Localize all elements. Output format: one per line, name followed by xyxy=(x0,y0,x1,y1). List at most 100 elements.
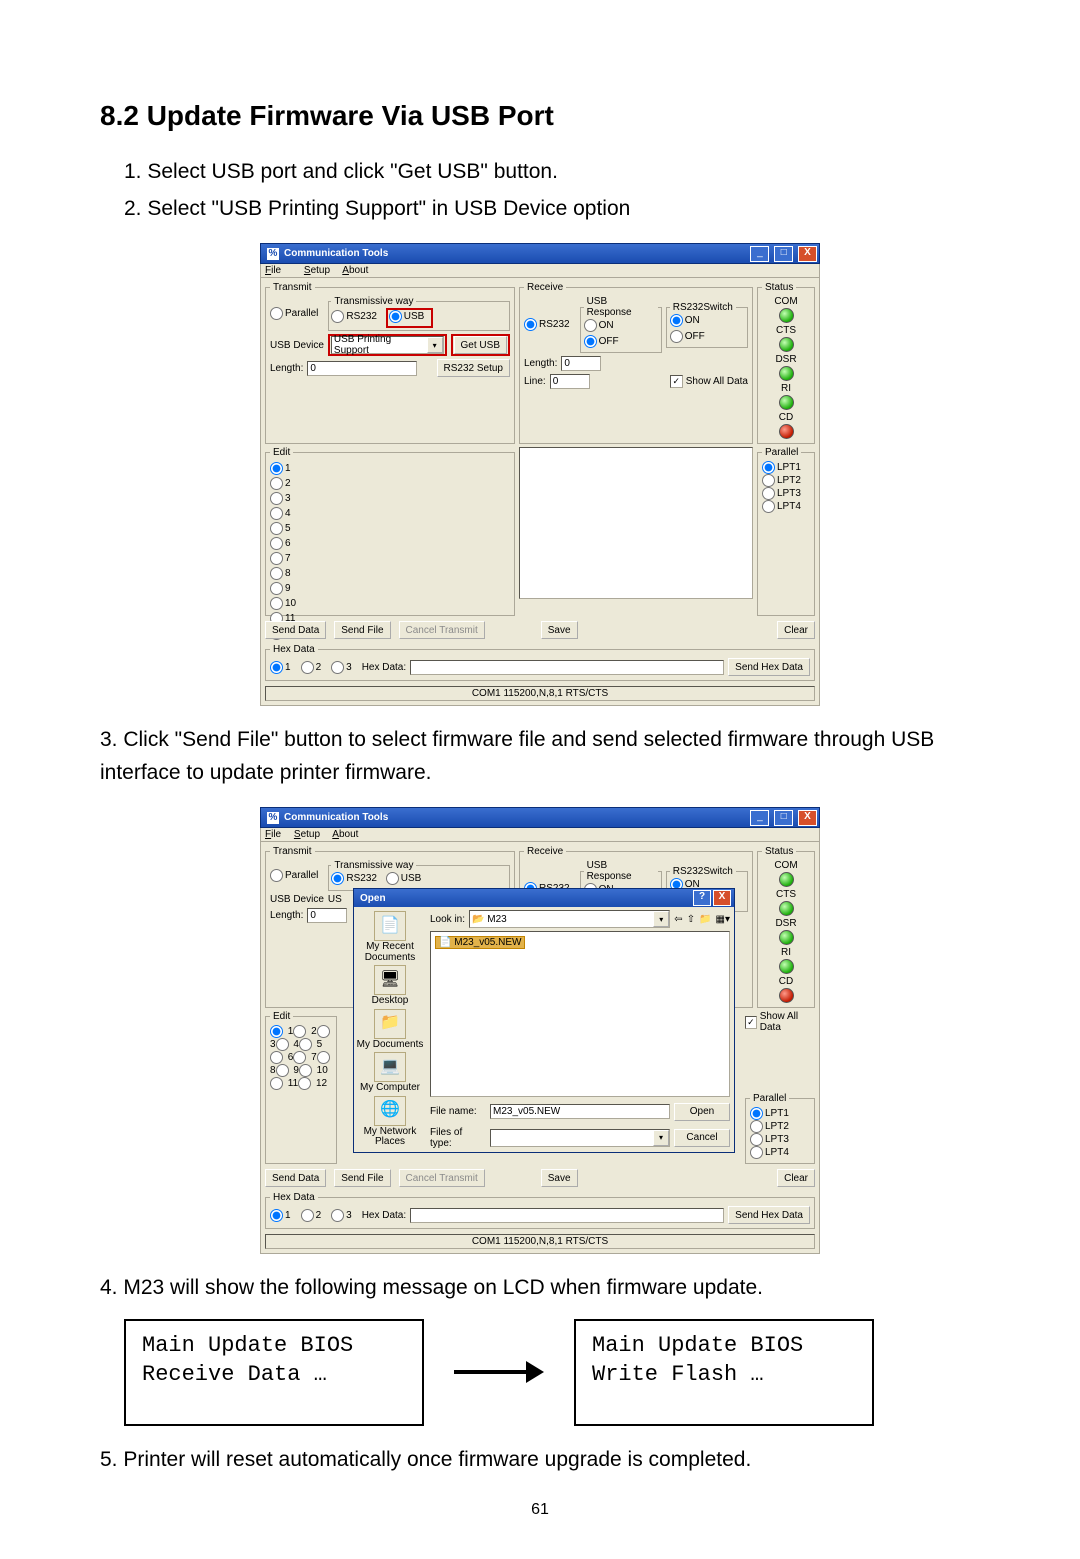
place-my-documents[interactable]: 📁My Documents xyxy=(356,1009,424,1051)
edit-radio-10[interactable]: 10 xyxy=(299,1065,328,1076)
hex-radio-3[interactable]: 3 xyxy=(331,661,352,674)
edit-radio-1[interactable]: 1 xyxy=(270,462,510,475)
hex-radio-2[interactable]: 2 xyxy=(301,661,322,674)
place-desktop[interactable]: 🖥Desktop xyxy=(356,965,424,1007)
place-my-network-places[interactable]: 🌐My Network Places xyxy=(356,1096,424,1148)
edit-radio-3[interactable]: 3 xyxy=(270,492,510,505)
filetype-label: Files of type: xyxy=(430,1127,486,1149)
view-menu-icon[interactable]: ▦▾ xyxy=(716,914,730,925)
send-data-button[interactable]: Send Data xyxy=(265,1169,326,1187)
edit-radio-5[interactable]: 5 xyxy=(270,522,510,535)
hex-radio-1[interactable]: 1 xyxy=(270,1209,291,1222)
maximize-button[interactable]: □ xyxy=(774,810,793,826)
radio-lpt3[interactable]: LPT3 xyxy=(762,487,804,500)
rs232-setup-button[interactable]: RS232 Setup xyxy=(437,359,511,377)
radio-lpt2[interactable]: LPT2 xyxy=(762,474,804,487)
maximize-button[interactable]: □ xyxy=(774,246,793,262)
clear-button[interactable]: Clear xyxy=(777,1169,815,1187)
save-button[interactable]: Save xyxy=(541,1169,578,1187)
lcd-message-1: Main Update BIOS Receive Data … xyxy=(124,1319,424,1426)
edit-radio-2[interactable]: 2 xyxy=(270,477,510,490)
file-list[interactable]: 📄 M23_v05.NEW xyxy=(430,931,730,1097)
nav-up-icon[interactable]: ⇧ xyxy=(687,914,695,925)
send-hex-button[interactable]: Send Hex Data xyxy=(728,1206,810,1224)
radio-parallel[interactable]: Parallel xyxy=(270,869,318,882)
edit-radio-9[interactable]: 9 xyxy=(276,1065,299,1076)
radio-rs232-tx[interactable]: RS232 xyxy=(331,310,377,323)
usb-device-combo[interactable]: USB Printing Support▾ xyxy=(331,336,444,354)
send-file-button[interactable]: Send File xyxy=(334,621,390,639)
radio-lpt4[interactable]: LPT4 xyxy=(750,1146,804,1159)
usb-resp-off[interactable]: OFF xyxy=(584,335,619,348)
chevron-down-icon[interactable]: ▾ xyxy=(427,337,443,353)
edit-radio-7[interactable]: 7 xyxy=(293,1052,316,1063)
dialog-cancel-button[interactable]: Cancel xyxy=(674,1129,730,1147)
clear-button[interactable]: Clear xyxy=(777,621,815,639)
close-button[interactable]: X xyxy=(798,246,817,262)
usb-resp-on[interactable]: ON xyxy=(584,319,614,332)
edit-radio-10[interactable]: 10 xyxy=(270,597,510,610)
rs232sw-off[interactable]: OFF xyxy=(670,330,705,343)
show-all-data-check[interactable]: ✓Show All Data xyxy=(670,375,748,388)
send-hex-button[interactable]: Send Hex Data xyxy=(728,658,810,676)
menu-file[interactable]: File xyxy=(265,265,291,276)
edit-radio-12[interactable]: 12 xyxy=(298,1078,327,1089)
menu-about[interactable]: About xyxy=(342,265,368,276)
radio-lpt4[interactable]: LPT4 xyxy=(762,500,804,513)
radio-lpt1[interactable]: LPT1 xyxy=(750,1107,804,1120)
edit-radio-8[interactable]: 8 xyxy=(270,567,510,580)
edit-radio-2[interactable]: 2 xyxy=(293,1026,316,1037)
radio-rs232-tx[interactable]: RS232 xyxy=(331,872,377,885)
save-button[interactable]: Save xyxy=(541,621,578,639)
place-my-recent-documents[interactable]: 📄My Recent Documents xyxy=(356,911,424,963)
hexdata-input[interactable] xyxy=(410,660,724,675)
length-tx-input[interactable] xyxy=(307,908,347,923)
edit-radio-4[interactable]: 4 xyxy=(270,507,510,520)
new-folder-icon[interactable]: 📁 xyxy=(699,914,711,925)
rs232sw-on[interactable]: ON xyxy=(670,314,700,327)
filename-input[interactable] xyxy=(490,1104,670,1119)
hex-radio-1[interactable]: 1 xyxy=(270,661,291,674)
receive-textarea[interactable] xyxy=(519,447,753,599)
hex-radio-3[interactable]: 3 xyxy=(331,1209,352,1222)
send-data-button[interactable]: Send Data xyxy=(265,621,326,639)
filetype-combo[interactable]: ▾ xyxy=(490,1129,670,1147)
edit-radio-6[interactable]: 6 xyxy=(270,1052,293,1063)
edit-radio-1[interactable]: 1 xyxy=(270,1026,293,1037)
show-all-data-check[interactable]: ✓Show All Data xyxy=(745,1011,815,1033)
edit-radio-4[interactable]: 4 xyxy=(276,1039,299,1050)
dialog-close-button[interactable]: X xyxy=(713,890,731,906)
menu-about[interactable]: About xyxy=(332,829,358,840)
radio-usb[interactable]: USB xyxy=(386,872,422,885)
radio-usb[interactable]: USB xyxy=(389,310,425,323)
edit-radio-11[interactable]: 11 xyxy=(270,1078,298,1089)
edit-radio-5[interactable]: 5 xyxy=(299,1039,322,1050)
close-button[interactable]: X xyxy=(798,810,817,826)
chevron-down-icon[interactable]: ▾ xyxy=(653,911,669,927)
edit-radio-7[interactable]: 7 xyxy=(270,552,510,565)
menu-setup[interactable]: Setup xyxy=(304,265,330,276)
menu-file[interactable]: File xyxy=(265,829,281,840)
radio-parallel[interactable]: Parallel xyxy=(270,307,318,320)
lookin-combo[interactable]: 📂 M23▾ xyxy=(469,910,670,928)
hexdata-input[interactable] xyxy=(410,1208,724,1223)
minimize-button[interactable]: _ xyxy=(750,810,769,826)
minimize-button[interactable]: _ xyxy=(750,246,769,262)
help-button[interactable]: ? xyxy=(693,890,711,906)
length-tx-input[interactable] xyxy=(307,361,417,376)
radio-lpt2[interactable]: LPT2 xyxy=(750,1120,804,1133)
nav-back-icon[interactable]: ⇦ xyxy=(674,914,682,925)
place-my-computer[interactable]: 💻My Computer xyxy=(356,1052,424,1094)
open-button[interactable]: Open xyxy=(674,1103,730,1121)
radio-lpt1[interactable]: LPT1 xyxy=(762,461,804,474)
edit-radio-6[interactable]: 6 xyxy=(270,537,510,550)
menu-setup[interactable]: Setup xyxy=(294,829,320,840)
edit-radio-9[interactable]: 9 xyxy=(270,582,510,595)
chevron-down-icon[interactable]: ▾ xyxy=(653,1130,669,1146)
hex-radio-2[interactable]: 2 xyxy=(301,1209,322,1222)
radio-rs232-rx[interactable]: RS232 xyxy=(524,318,570,331)
radio-lpt3[interactable]: LPT3 xyxy=(750,1133,804,1146)
send-file-button[interactable]: Send File xyxy=(334,1169,390,1187)
get-usb-button[interactable]: Get USB xyxy=(454,336,507,354)
selected-file[interactable]: 📄 M23_v05.NEW xyxy=(435,936,525,949)
